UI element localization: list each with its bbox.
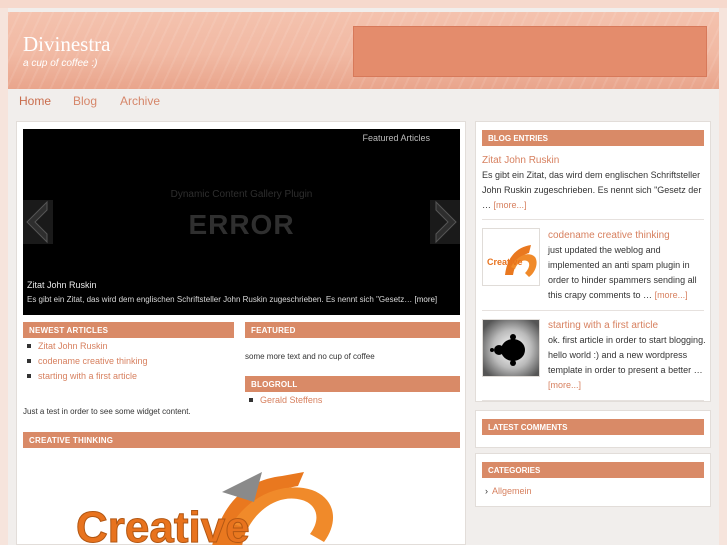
site-header: Divinestra a cup of coffee :) [8,12,719,89]
post-excerpt: Es gibt ein Zitat, das wird dem englisch… [482,168,706,213]
post-title-link[interactable]: starting with a first article [548,320,658,331]
fractal-thumbnail-icon [483,320,539,376]
chevron-right-icon: › [485,486,488,496]
gallery-caption-excerpt: Es gibt ein Zitat, das wird dem englisch… [27,295,413,304]
site-tagline: a cup of coffee :) [23,58,98,69]
creative-thinking-logo: Creative [76,472,334,545]
gallery-prev-icon[interactable] [23,200,53,244]
blog-entries-widget: BLOG ENTRIES Zitat John Ruskin Es gibt e… [475,121,711,402]
post-excerpt: ok. first article in order to start blog… [548,333,706,393]
main-nav: Home Blog Archive [8,89,719,115]
post-title-link[interactable]: codename creative thinking [548,230,670,241]
newest-article-link[interactable]: codename creative thinking [23,356,148,371]
post-thumbnail[interactable] [482,319,540,377]
svg-text:Creative: Creative [487,257,523,267]
header-banner-box [353,26,707,77]
content-gallery: Featured Articles Dynamic Content Galler… [23,129,460,315]
blogroll-link[interactable]: Gerald Steffens [245,395,322,410]
blog-entries-heading: BLOG ENTRIES [482,130,704,146]
category-item[interactable]: › Allgemein [485,486,532,496]
post-excerpt: just updated the weblog and implemented … [548,243,706,303]
gallery-more-link[interactable]: [more] [414,295,437,304]
gallery-error-label: ERROR [188,209,295,240]
nav-archive[interactable]: Archive [120,94,160,108]
blogroll-heading: BLOGROLL [245,376,460,392]
blogroll-list: Gerald Steffens [245,395,322,410]
main-content: Featured Articles Dynamic Content Galler… [16,121,466,545]
site-title[interactable]: Divinestra [23,32,110,57]
latest-comments-widget: LATEST COMMENTS [475,410,711,448]
newest-article-link[interactable]: Zitat John Ruskin [23,341,148,356]
latest-comments-heading: LATEST COMMENTS [482,419,704,435]
divider [482,310,704,311]
newest-article-link[interactable]: starting with a first article [23,371,148,386]
divider [482,219,704,220]
post-title-link[interactable]: Zitat John Ruskin [482,155,559,166]
widget-text: Just a test in order to see some widget … [23,407,191,416]
post-more-link[interactable]: [more...] [494,200,527,210]
gallery-plugin-label: Dynamic Content Gallery Plugin [170,189,313,200]
nav-blog[interactable]: Blog [73,94,97,108]
divider [482,400,704,401]
nav-home[interactable]: Home [19,94,51,108]
gallery-caption-text: Es gibt ein Zitat, das wird dem englisch… [27,295,455,304]
top-strip [0,0,727,8]
gallery-next-icon[interactable] [430,200,460,244]
gallery-featured-label: Featured Articles [362,133,430,143]
post-thumbnail[interactable]: Creative [482,228,540,286]
categories-widget: CATEGORIES › Allgemein [475,453,711,507]
categories-heading: CATEGORIES [482,462,704,478]
newest-articles-heading: NEWEST ARTICLES [23,322,234,338]
post-more-link[interactable]: [more...] [655,290,688,300]
creative-thinking-heading: CREATIVE THINKING [23,432,460,448]
creative-thumbnail-icon: Creative [483,229,539,285]
category-link[interactable]: Allgemein [492,486,532,496]
gallery-caption-title: Zitat John Ruskin [27,280,97,290]
creative-logo-text: Creative [76,503,250,545]
post-excerpt-text: ok. first article in order to start blog… [548,335,706,375]
post-more-link[interactable]: [more...] [548,380,581,390]
featured-text: some more text and no cup of coffee [245,352,375,361]
featured-heading: FEATURED [245,322,460,338]
newest-articles-list: Zitat John Ruskin codename creative thin… [23,341,148,386]
